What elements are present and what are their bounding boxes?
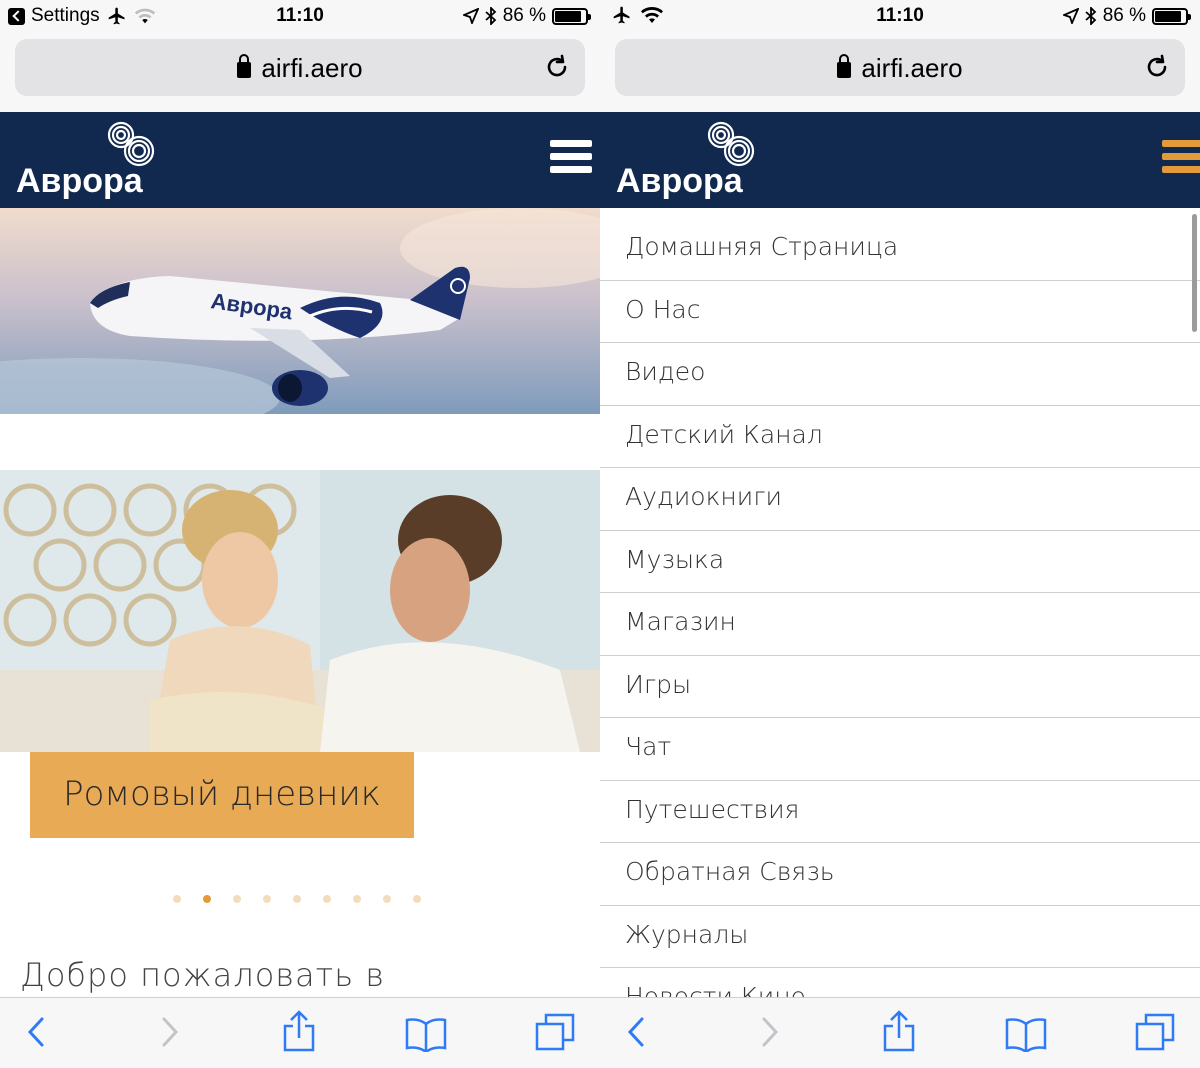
tabs-icon[interactable] xyxy=(1134,1012,1176,1052)
menu-item[interactable]: Музыка xyxy=(600,531,1200,593)
bluetooth-icon xyxy=(485,7,496,25)
slide-caption-box[interactable]: Ромовый дневник xyxy=(30,752,414,838)
location-icon xyxy=(462,8,479,24)
reload-icon[interactable] xyxy=(543,53,571,81)
tabs-icon[interactable] xyxy=(534,1012,576,1052)
menu-item-label: Магазин xyxy=(625,607,736,636)
hamburger-icon[interactable] xyxy=(550,140,592,176)
menu-item-label: Детский Канал xyxy=(625,419,823,449)
hamburger-icon[interactable] xyxy=(1162,140,1200,176)
safari-toolbar xyxy=(0,997,600,1068)
back-icon[interactable] xyxy=(26,1016,46,1048)
battery-icon xyxy=(552,7,591,25)
site-header: Аврора xyxy=(600,112,1200,208)
url-text: airfi.aero xyxy=(261,53,363,83)
carousel-slide[interactable] xyxy=(0,470,600,752)
menu-item[interactable]: Путешествия xyxy=(600,781,1200,843)
menu-item-label: Чат xyxy=(625,732,672,761)
lock-icon xyxy=(237,54,252,78)
carousel-dot[interactable] xyxy=(263,895,271,903)
hero-plane-banner[interactable]: Аврора xyxy=(0,208,600,414)
address-bar[interactable]: airfi.aero xyxy=(15,39,585,96)
bookmarks-icon[interactable] xyxy=(404,1016,448,1052)
aurora-logo-mark xyxy=(707,121,755,167)
status-bar: 11:10 86 % xyxy=(600,0,1200,34)
share-icon[interactable] xyxy=(882,1010,916,1052)
menu-item[interactable]: Домашняя Страница xyxy=(600,218,1200,281)
menu-item[interactable]: Журналы xyxy=(600,906,1200,968)
menu-item-label: Музыка xyxy=(625,544,725,574)
carousel-dot[interactable] xyxy=(383,895,391,903)
menu-item[interactable]: О Нас xyxy=(600,281,1200,343)
menu-item-label: Аудиокниги xyxy=(625,482,782,511)
lock-icon xyxy=(837,54,852,78)
menu-item-label: Домашняя Страница xyxy=(625,232,899,261)
aurora-logo-mark xyxy=(107,121,155,167)
safari-toolbar xyxy=(600,997,1200,1068)
aurora-logo[interactable]: Аврора xyxy=(16,118,176,202)
menu-item[interactable]: Видео xyxy=(600,343,1200,406)
bookmarks-icon[interactable] xyxy=(1004,1016,1048,1052)
carousel-dot[interactable] xyxy=(203,895,211,903)
menu-item-label: Игры xyxy=(625,669,692,699)
battery-percent: 86 % xyxy=(1102,5,1146,26)
menu-item-label: О Нас xyxy=(625,294,701,324)
forward-icon[interactable] xyxy=(760,1016,780,1048)
airplane-image: Аврора xyxy=(0,208,600,414)
right-screen: 11:10 86 % airfi.aero Аврора Домашняя Ст… xyxy=(600,0,1200,1068)
menu-item-label: Путешествия xyxy=(625,794,800,824)
logo-text: Аврора xyxy=(616,162,743,200)
nav-menu: Домашняя Страница О Нас Видео Детский Канал… xyxy=(600,218,1200,1031)
location-icon xyxy=(1062,8,1079,24)
carousel-dot[interactable] xyxy=(353,895,361,903)
menu-item-label: Видео xyxy=(625,357,706,386)
battery-icon xyxy=(1152,7,1191,25)
welcome-heading: Добро пожаловать в xyxy=(20,956,385,994)
movie-still-image xyxy=(0,470,600,752)
aurora-logo[interactable]: Аврора xyxy=(616,118,776,202)
menu-item[interactable]: Аудиокниги xyxy=(600,468,1200,531)
battery-percent: 86 % xyxy=(502,5,546,26)
carousel-dot[interactable] xyxy=(173,895,181,903)
carousel-dot[interactable] xyxy=(323,895,331,903)
left-screen: Settings 11:10 86 % airfi.aero Аврора Ав… xyxy=(0,0,600,1068)
menu-item[interactable]: Магазин xyxy=(600,593,1200,656)
menu-item-label: Обратная Связь xyxy=(625,857,835,886)
status-bar: Settings 11:10 86 % xyxy=(0,0,600,34)
logo-text: Аврора xyxy=(16,162,143,200)
menu-item-label: Журналы xyxy=(625,919,749,949)
menu-item[interactable]: Детский Канал xyxy=(600,406,1200,468)
address-bar[interactable]: airfi.aero xyxy=(615,39,1185,96)
menu-scrollbar[interactable] xyxy=(1192,214,1197,332)
bluetooth-icon xyxy=(1085,7,1096,25)
forward-icon[interactable] xyxy=(160,1016,180,1048)
share-icon[interactable] xyxy=(282,1010,316,1052)
site-header: Аврора xyxy=(0,112,600,208)
menu-item[interactable]: Обратная Связь xyxy=(600,843,1200,906)
slide-caption: Ромовый дневник xyxy=(63,774,381,814)
carousel-dot[interactable] xyxy=(413,895,421,903)
carousel-dots xyxy=(173,895,421,903)
reload-icon[interactable] xyxy=(1143,53,1171,81)
menu-item[interactable]: Чат xyxy=(600,718,1200,781)
carousel-dot[interactable] xyxy=(293,895,301,903)
back-icon[interactable] xyxy=(626,1016,646,1048)
menu-item[interactable]: Игры xyxy=(600,656,1200,718)
carousel-dot[interactable] xyxy=(233,895,241,903)
url-text: airfi.aero xyxy=(861,53,963,83)
